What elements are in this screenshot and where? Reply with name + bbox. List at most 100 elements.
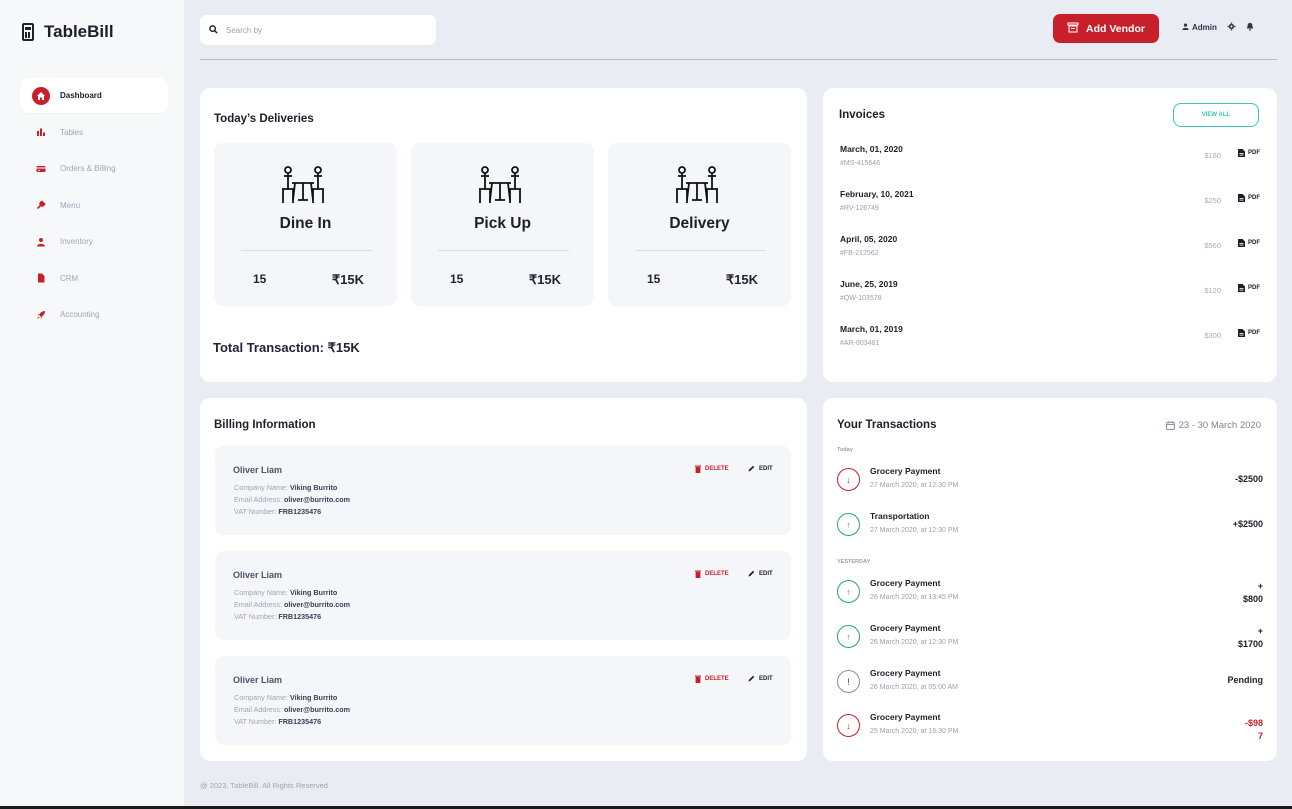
trash-icon xyxy=(695,465,701,473)
search-bar[interactable] xyxy=(200,15,436,45)
section-label-today: Today xyxy=(837,447,853,453)
sidebar-item-label: Inventory xyxy=(60,237,93,246)
sidebar-item-menu[interactable]: Menu xyxy=(20,188,168,223)
deliveries-title: Today’s Deliveries xyxy=(214,113,314,125)
edit-button[interactable]: EDIT xyxy=(748,570,773,577)
pencil-icon xyxy=(748,570,755,577)
sidebar-item-tables[interactable]: Tables xyxy=(20,115,168,150)
section-label-yesterday: YESTERDAY xyxy=(837,559,871,565)
company-label: Company Name: xyxy=(234,483,288,492)
calendar-icon xyxy=(1165,421,1175,430)
invoice-id: #MS-415646 xyxy=(840,160,881,167)
add-vendor-button[interactable]: Add Vendor xyxy=(1053,14,1159,43)
transaction-name: Transportation xyxy=(870,511,930,521)
company-label: Company Name: xyxy=(234,693,288,702)
edit-button[interactable]: EDIT xyxy=(748,675,773,682)
invoice-id: #RV-126749 xyxy=(840,205,879,212)
transaction-date: 26 March 2020, at 05:00 AM xyxy=(870,684,958,691)
transaction-amount: + $800 xyxy=(1242,581,1263,604)
divider xyxy=(438,250,569,251)
arrow-up-icon: ↑ xyxy=(837,513,860,536)
email-label: Email Address: xyxy=(234,705,282,714)
edit-button[interactable]: EDIT xyxy=(748,465,773,472)
transaction-row: ↓ Grocery Payment 25 March 2020, at 16:3… xyxy=(837,712,1263,742)
transaction-row: ↑ Transportation 27 March 2020, at 12:30… xyxy=(837,511,1263,541)
invoice-pdf-button[interactable]: PDF xyxy=(1238,194,1260,202)
invoice-date: March, 01, 2020 xyxy=(840,144,903,154)
invoice-date: March, 01, 2019 xyxy=(840,324,903,334)
delete-button[interactable]: DELETE xyxy=(695,465,729,473)
sidebar-item-dashboard[interactable]: Dashboard xyxy=(20,78,168,113)
transaction-amount: -$2500 xyxy=(1234,474,1263,484)
company-value: Viking Burrito xyxy=(289,588,338,597)
email-line: Email Address: oliver@burrito.com xyxy=(234,495,350,504)
transaction-date: 26 March 2020, at 13:45 PM xyxy=(870,594,959,601)
delivery-box-pick-up[interactable]: Pick Up 15 ₹15K xyxy=(411,143,594,306)
search-input[interactable] xyxy=(226,25,416,35)
transactions-title: Your Transactions xyxy=(837,419,937,431)
arrow-up-icon: ↑ xyxy=(837,580,860,603)
company-line: Company Name: Viking Burrito xyxy=(234,693,337,702)
sidebar-item-accounting[interactable]: Accounting xyxy=(20,297,168,332)
wrench-icon xyxy=(32,196,50,214)
file-icon xyxy=(32,269,50,287)
invoice-pdf-button[interactable]: PDF xyxy=(1238,284,1260,292)
brand[interactable]: TableBill xyxy=(22,22,114,42)
invoices-title: Invoices xyxy=(839,109,886,121)
arrow-down-icon: ↓ xyxy=(837,714,860,737)
deliveries-card: Today’s Deliveries Dine In 15 ₹15K Pick … xyxy=(200,88,807,382)
sidebar-item-inventory[interactable]: Inventory xyxy=(20,224,168,259)
sidebar-item-crm[interactable]: CRM xyxy=(20,261,168,296)
email-line: Email Address: oliver@burrito.com xyxy=(234,600,350,609)
transaction-name: Grocery Payment xyxy=(870,578,941,588)
date-range[interactable]: 23 - 30 March 2020 xyxy=(1165,420,1261,431)
trash-icon xyxy=(695,675,701,683)
invoice-id: #AR-803481 xyxy=(840,340,880,347)
view-all-invoices-button[interactable]: VIEW ALL xyxy=(1173,103,1259,127)
bell-icon[interactable] xyxy=(1246,22,1254,33)
transaction-amount: + $1700 xyxy=(1237,626,1263,649)
pdf-label: PDF xyxy=(1248,150,1260,156)
sidebar-item-label: Dashboard xyxy=(60,91,102,100)
invoices-card: Invoices VIEW ALL March, 01, 2020 #MS-41… xyxy=(823,88,1277,382)
total-transaction: Total Transaction: ₹15K xyxy=(213,340,360,355)
delete-button[interactable]: DELETE xyxy=(695,675,729,683)
sidebar: TableBill Dashboard Tables Orders & Bill… xyxy=(0,0,184,809)
email-label: Email Address: xyxy=(234,495,282,504)
invoice-row: April, 05, 2020 #FB-212562 $560 PDF xyxy=(840,234,1260,264)
vat-value: FRB1235476 xyxy=(278,717,322,726)
rocket-icon xyxy=(32,306,50,324)
top-actions: Admin xyxy=(1182,22,1254,33)
invoice-pdf-button[interactable]: PDF xyxy=(1238,329,1260,337)
email-line: Email Address: oliver@burrito.com xyxy=(234,705,350,714)
delivery-box-dine-in[interactable]: Dine In 15 ₹15K xyxy=(214,143,397,306)
delete-button[interactable]: DELETE xyxy=(695,570,729,578)
transaction-row: ↓ Grocery Payment 27 March 2020, at 12:3… xyxy=(837,466,1263,496)
edit-label: EDIT xyxy=(759,675,773,682)
vat-label: VAT Number: xyxy=(234,612,277,621)
invoice-amount: $180 xyxy=(1204,151,1221,160)
date-range-text: 23 - 30 March 2020 xyxy=(1178,420,1261,431)
delivery-amount: ₹15K xyxy=(725,272,758,287)
sidebar-item-label: CRM xyxy=(60,273,79,283)
delete-label: DELETE xyxy=(705,676,729,682)
delivery-box-delivery[interactable]: Delivery 15 ₹15K xyxy=(608,143,791,306)
user-icon xyxy=(1182,23,1189,32)
company-label: Company Name: xyxy=(234,588,288,597)
transaction-row: ↑ Grocery Payment 26 March 2020, at 13:4… xyxy=(837,578,1263,608)
transaction-date: 26 March 2020, at 12:30 PM xyxy=(870,639,959,646)
pencil-icon xyxy=(748,675,755,682)
pdf-file-icon xyxy=(1238,284,1245,292)
invoice-row: February, 10, 2021 #RV-126749 $250 PDF xyxy=(840,189,1260,219)
pdf-file-icon xyxy=(1238,329,1245,337)
invoice-pdf-button[interactable]: PDF xyxy=(1238,239,1260,247)
sidebar-item-orders-billing[interactable]: Orders & Billing xyxy=(20,151,168,186)
delete-label: DELETE xyxy=(705,466,729,472)
home-icon xyxy=(32,86,50,105)
header-divider xyxy=(200,59,1277,60)
user-menu[interactable]: Admin xyxy=(1182,23,1217,32)
gear-icon[interactable] xyxy=(1227,22,1236,33)
calculator-icon xyxy=(22,23,34,41)
sidebar-item-label: Orders & Billing xyxy=(60,164,116,173)
invoice-pdf-button[interactable]: PDF xyxy=(1238,149,1260,157)
